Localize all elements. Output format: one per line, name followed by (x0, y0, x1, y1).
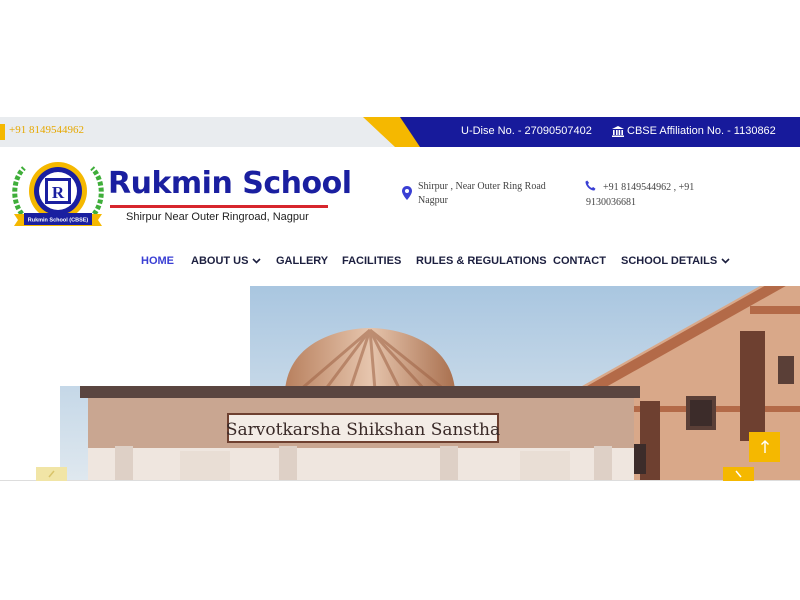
brand-name-text: Rukmin School (108, 166, 352, 201)
building-sign-text: Sarvotkarsha Shikshan Sanstha (226, 420, 500, 440)
cbse-affiliation: CBSE Affiliation No. - 1130862 (612, 125, 776, 137)
hero-slider: Sarvotkarsha Shikshan Sanstha (0, 286, 800, 480)
slider-next-button[interactable] (723, 467, 754, 481)
slider-prev-button[interactable] (36, 467, 67, 481)
accent-marker (0, 124, 5, 140)
udise-number: U-Dise No. - 27090507402 (461, 125, 592, 137)
logo-ribbon-text: Rukmin School (CBSE) (28, 218, 89, 224)
logo-badge-letter: R (52, 183, 65, 202)
nav-item-school-details[interactable]: SCHOOL DETAILS (621, 255, 730, 267)
arrow-up-icon (760, 440, 769, 453)
nav-item-label: FACILITIES (342, 255, 402, 267)
school-address: Shirpur , Near Outer Ring Road Nagpur (418, 181, 546, 206)
school-logo[interactable]: R Rukmin School (CBSE) (8, 158, 108, 230)
chevron-right-icon (735, 470, 742, 478)
nav-item-home[interactable]: HOME (141, 255, 174, 267)
nav-item-gallery[interactable]: GALLERY (276, 255, 328, 267)
nav-item-label: ABOUT US (191, 255, 249, 267)
topbar-phone-link[interactable]: +91 8149544962 (9, 124, 84, 136)
nav-item-label: GALLERY (276, 255, 329, 267)
nav-item-label: HOME (141, 255, 174, 267)
cbse-affiliation-text: CBSE Affiliation No. - 1130862 (627, 125, 776, 137)
chevron-left-icon (48, 470, 55, 478)
nav-item-label: RULES & REGULATIONS (416, 255, 547, 267)
top-bar: +91 8149544962 U-Dise No. - 27090507402 … (0, 117, 800, 147)
chevron-down-icon (252, 258, 262, 264)
nav-item-label: CONTACT (553, 255, 606, 267)
school-phones[interactable]: +91 8149544962 , +91 9130036681 (586, 180, 711, 210)
location-icon (402, 186, 412, 200)
school-building-photo: Sarvotkarsha Shikshan Sanstha (60, 286, 800, 480)
brand-name[interactable]: Rukmin School (108, 166, 352, 201)
bank-icon (612, 125, 624, 137)
scroll-to-top-button[interactable] (749, 432, 780, 462)
nav-item-facilities[interactable]: FACILITIES (342, 255, 401, 267)
nav-item-rules-regulations[interactable]: RULES & REGULATIONS (416, 255, 547, 267)
brand-underline (110, 205, 328, 208)
brand-tagline: Shirpur Near Outer Ringroad, Nagpur (126, 211, 309, 223)
nav-item-about-us[interactable]: ABOUT US (191, 255, 262, 267)
chevron-down-icon (721, 258, 730, 264)
nav-item-label: SCHOOL DETAILS (621, 255, 718, 267)
main-nav: HOME ABOUT US GALLERY FACILITIES RULES &… (0, 255, 800, 271)
nav-item-contact[interactable]: CONTACT (553, 255, 606, 267)
hero-bottom-border (0, 480, 800, 481)
